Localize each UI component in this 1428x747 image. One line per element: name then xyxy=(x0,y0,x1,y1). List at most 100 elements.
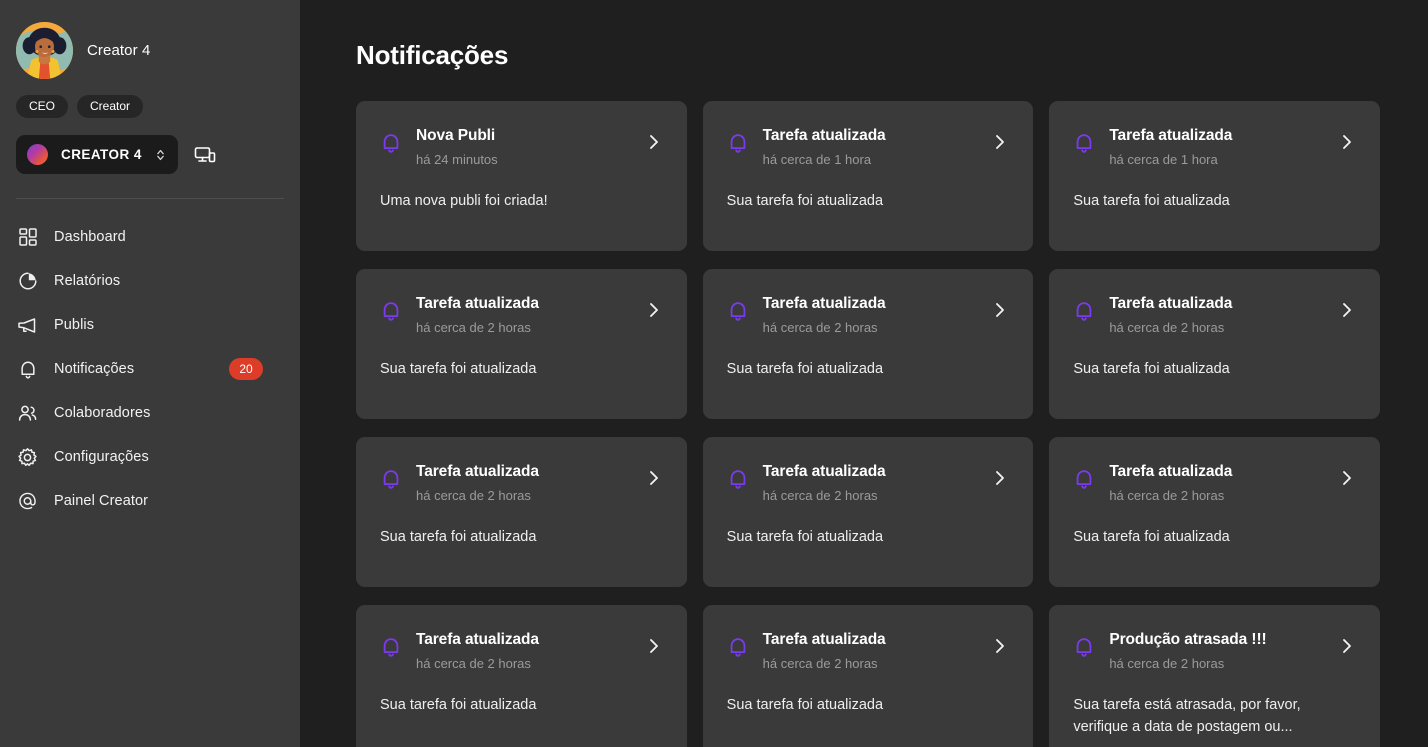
bell-icon xyxy=(1076,302,1092,321)
bell-icon xyxy=(383,134,399,153)
notification-card-headtext: Nova Publi há 24 minutos xyxy=(416,127,631,167)
chevron-right-icon[interactable] xyxy=(645,301,663,319)
chevron-right-icon[interactable] xyxy=(1338,133,1356,151)
sidebar-nav: Dashboard Relatórios Publis Notificações… xyxy=(0,199,300,523)
notification-card-header: Tarefa atualizada há cerca de 2 horas xyxy=(727,295,1010,335)
notification-card[interactable]: Tarefa atualizada há cerca de 2 horas Su… xyxy=(702,269,1034,419)
chevron-right-icon[interactable] xyxy=(645,637,663,655)
notification-title: Tarefa atualizada xyxy=(762,127,886,144)
notification-title: Tarefa atualizada xyxy=(762,463,886,480)
notification-time: há cerca de 1 hora xyxy=(1109,151,1218,167)
notification-card[interactable]: Tarefa atualizada há cerca de 2 horas Su… xyxy=(1049,269,1380,419)
bell-icon xyxy=(383,638,399,657)
sidebar-item-label: Configurações xyxy=(54,449,149,466)
chevron-right-icon[interactable] xyxy=(991,133,1009,151)
at-sign-icon xyxy=(17,491,38,512)
notifications-grid: Nova Publi há 24 minutos Uma nova publi … xyxy=(356,101,1380,747)
bell-icon xyxy=(1076,638,1092,657)
sidebar-item-label: Painel Creator xyxy=(54,493,149,510)
notification-card-header: Tarefa atualizada há cerca de 2 horas xyxy=(380,295,663,335)
notification-card-headtext: Tarefa atualizada há cerca de 2 horas xyxy=(416,295,631,335)
notification-card[interactable]: Tarefa atualizada há cerca de 2 horas Su… xyxy=(1049,437,1380,587)
chevron-right-icon[interactable] xyxy=(645,133,663,151)
chevron-right-icon[interactable] xyxy=(1338,637,1356,655)
notification-title: Tarefa atualizada xyxy=(1109,127,1233,144)
notification-title: Tarefa atualizada xyxy=(416,463,539,480)
notification-card[interactable]: Produção atrasada !!! há cerca de 2 hora… xyxy=(1049,605,1380,747)
notification-body: Sua tarefa foi atualizada xyxy=(380,697,537,714)
notification-title: Tarefa atualizada xyxy=(416,631,539,648)
notification-card-header: Tarefa atualizada há cerca de 2 horas xyxy=(1073,295,1356,335)
devices-button[interactable] xyxy=(192,142,218,168)
notification-title: Tarefa atualizada xyxy=(416,295,539,312)
notification-body: Sua tarefa foi atualizada xyxy=(726,193,884,210)
sidebar-item-colaboradores[interactable]: Colaboradores xyxy=(0,391,300,435)
sidebar-item-dashboard[interactable]: Dashboard xyxy=(0,215,300,259)
notification-title: Tarefa atualizada xyxy=(762,631,886,648)
notification-card-headtext: Tarefa atualizada há cerca de 2 horas xyxy=(763,631,978,671)
notification-card[interactable]: Tarefa atualizada há cerca de 2 horas Su… xyxy=(702,605,1034,747)
users-icon xyxy=(17,403,38,424)
notification-card-header: Tarefa atualizada há cerca de 2 horas xyxy=(1073,463,1356,503)
notification-body: Sua tarefa foi atualizada xyxy=(1073,193,1230,210)
sidebar-item-label: Colaboradores xyxy=(54,405,151,422)
chevron-updown-icon xyxy=(157,149,164,160)
profile-name: Creator 4 xyxy=(87,42,151,59)
notification-body: Sua tarefa foi atualizada xyxy=(1073,529,1230,546)
chevron-right-icon[interactable] xyxy=(991,301,1009,319)
bell-icon xyxy=(730,638,746,657)
bell-icon xyxy=(730,470,746,489)
notification-card-headtext: Tarefa atualizada há cerca de 1 hora xyxy=(763,127,978,167)
notification-card-headtext: Tarefa atualizada há cerca de 2 horas xyxy=(416,463,631,503)
notification-card[interactable]: Tarefa atualizada há cerca de 1 hora Sua… xyxy=(702,101,1034,251)
notification-card[interactable]: Tarefa atualizada há cerca de 2 horas Su… xyxy=(356,269,687,419)
sidebar-item-painel-creator[interactable]: Painel Creator xyxy=(0,479,300,523)
notification-time: há cerca de 2 horas xyxy=(416,319,531,335)
notification-time: há cerca de 2 horas xyxy=(762,655,878,671)
sidebar-item-notificacoes[interactable]: Notificações 20 xyxy=(0,347,300,391)
notification-card-header: Produção atrasada !!! há cerca de 2 hora… xyxy=(1073,631,1356,671)
notification-card-header: Tarefa atualizada há cerca de 2 horas xyxy=(380,631,663,671)
notification-time: há cerca de 2 horas xyxy=(1109,487,1225,503)
role-chips: CEO Creator xyxy=(0,79,300,119)
notification-card[interactable]: Tarefa atualizada há cerca de 1 hora Sua… xyxy=(1049,101,1380,251)
bell-icon xyxy=(1076,470,1092,489)
gear-icon xyxy=(17,447,38,468)
notification-card[interactable]: Tarefa atualizada há cerca de 2 horas Su… xyxy=(702,437,1034,587)
chevron-right-icon[interactable] xyxy=(645,469,663,487)
notification-card-header: Tarefa atualizada há cerca de 1 hora xyxy=(1073,127,1356,167)
sidebar-item-configuracoes[interactable]: Configurações xyxy=(0,435,300,479)
page-title: Notificações xyxy=(356,40,509,70)
sidebar-item-publis[interactable]: Publis xyxy=(0,303,300,347)
notification-card[interactable]: Tarefa atualizada há cerca de 2 horas Su… xyxy=(356,605,687,747)
chevron-right-icon[interactable] xyxy=(1338,301,1356,319)
notification-title: Tarefa atualizada xyxy=(762,295,886,312)
notification-body: Sua tarefa foi atualizada xyxy=(726,361,884,378)
bell-icon xyxy=(17,359,38,380)
chevron-right-icon[interactable] xyxy=(991,637,1009,655)
profile-header: Creator 4 xyxy=(0,0,300,79)
notification-time: há cerca de 2 horas xyxy=(1109,655,1225,671)
user-avatar-illustration xyxy=(16,22,73,79)
notification-body: Sua tarefa foi atualizada xyxy=(726,529,884,546)
sidebar: Creator 4 CEO Creator CREATOR 4 Dashboar… xyxy=(0,0,300,747)
notification-time: há cerca de 2 horas xyxy=(762,319,878,335)
notification-card-headtext: Produção atrasada !!! há cerca de 2 hora… xyxy=(1109,631,1324,671)
chevron-right-icon[interactable] xyxy=(991,469,1009,487)
account-selector[interactable]: CREATOR 4 xyxy=(16,135,178,175)
notification-body: Sua tarefa foi atualizada xyxy=(1073,361,1230,378)
notification-card-headtext: Tarefa atualizada há cerca de 2 horas xyxy=(416,631,631,671)
notification-body: Uma nova publi foi criada! xyxy=(380,193,548,210)
notification-time: há cerca de 1 hora xyxy=(762,151,872,167)
chevron-right-icon[interactable] xyxy=(1338,469,1356,487)
notification-card[interactable]: Tarefa atualizada há cerca de 2 horas Su… xyxy=(356,437,687,587)
notification-title: Tarefa atualizada xyxy=(1109,295,1233,312)
notification-body: Sua tarefa foi atualizada xyxy=(380,529,537,546)
notification-card[interactable]: Nova Publi há 24 minutos Uma nova publi … xyxy=(356,101,687,251)
notification-card-header: Nova Publi há 24 minutos xyxy=(380,127,663,167)
sidebar-item-label: Dashboard xyxy=(54,229,126,246)
avatar xyxy=(16,22,73,79)
notification-card-headtext: Tarefa atualizada há cerca de 2 horas xyxy=(763,295,978,335)
notification-title: Produção atrasada !!! xyxy=(1109,631,1267,648)
sidebar-item-relatorios[interactable]: Relatórios xyxy=(0,259,300,303)
